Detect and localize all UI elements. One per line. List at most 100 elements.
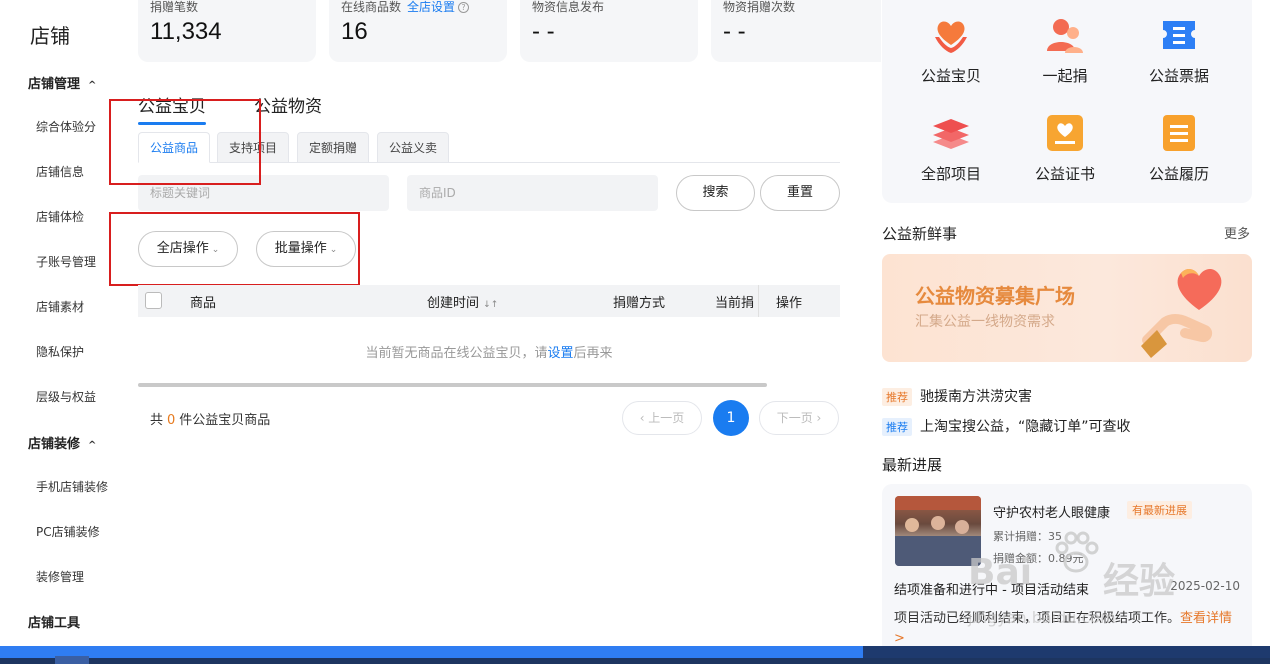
stat-label-text: 在线商品数 — [341, 0, 402, 14]
news-text: 驰援南方洪涝灾害 — [920, 389, 1032, 405]
stat-label: 在线商品数 全店设置? — [341, 0, 470, 15]
sidebar-item-pc-decoration[interactable]: PC店铺装修 — [36, 523, 100, 540]
project-thumbnail — [895, 496, 981, 566]
news-section-title: 公益新鲜事 — [882, 225, 958, 243]
project-total-donations: 累计捐赠：35 — [993, 530, 1062, 543]
sidebar-item-score[interactable]: 综合体验分 — [36, 118, 96, 135]
stat-label: 物资信息发布 — [532, 0, 605, 14]
search-button[interactable]: 搜索 — [676, 175, 755, 211]
product-id-input[interactable]: 商品ID — [407, 175, 658, 211]
total-number: 0 — [167, 413, 176, 428]
column-header-created[interactable]: 创建时间 ↓↑ — [427, 292, 498, 311]
stat-label: 物资捐赠次数 — [723, 0, 796, 14]
horizontal-scrollbar[interactable] — [138, 383, 767, 387]
prev-page-button[interactable]: ‹ 上一页 — [622, 401, 702, 435]
people-icon — [1045, 15, 1085, 55]
progress-description: 项目活动已经顺利结束，项目正在积极结项工作。查看详情 > — [894, 609, 1240, 649]
empty-text: 当前暂无商品在线公益宝贝，请 — [365, 346, 548, 361]
nav-group-label: 店铺管理 — [28, 77, 81, 92]
chevron-up-icon: ^ — [88, 440, 97, 451]
ticket-icon — [1159, 15, 1199, 55]
stat-value: - - — [723, 18, 746, 45]
news-item[interactable]: 推荐 上淘宝搜公益，“隐藏订单”可查收 — [882, 416, 1131, 436]
sidebar-item-materials[interactable]: 店铺素材 — [36, 298, 84, 315]
tile-label: 一起捐 — [1042, 67, 1088, 85]
tile-charity-history[interactable]: 公益履历 — [1129, 113, 1229, 184]
sort-icon[interactable]: ↓↑ — [483, 300, 498, 310]
shortcut-panel: 公益宝贝 一起捐 公益票据 全部项目 公益证书 公益履历 — [882, 0, 1252, 203]
sidebar-item-subaccounts[interactable]: 子账号管理 — [36, 253, 96, 270]
sidebar-item-decoration-manage[interactable]: 装修管理 — [36, 568, 84, 585]
stat-card-donations: 捐赠笔数 11,334 — [138, 0, 316, 62]
bottom-bar-highlight — [0, 646, 863, 658]
nav-group-tools[interactable]: 店铺工具 — [28, 612, 80, 631]
settings-link[interactable]: 设置 — [547, 346, 573, 361]
total-prefix: 共 — [150, 413, 164, 428]
total-count: 共 0 件公益宝贝商品 — [150, 409, 270, 428]
progress-desc-text: 项目活动已经顺利结束，项目正在积极结项工作。 — [894, 611, 1181, 626]
column-header-current: 当前捐 — [715, 296, 755, 311]
empty-state-message: 当前暂无商品在线公益宝贝，请设置后再来 — [138, 342, 840, 361]
column-header-actions: 操作 — [776, 296, 803, 311]
highlight-box-tabs — [109, 99, 261, 185]
material-square-banner[interactable]: 公益物资募集广场 汇集公益一线物资需求 — [882, 254, 1252, 362]
total-suffix: 件公益宝贝商品 — [179, 413, 271, 428]
tile-charity-certificate[interactable]: 公益证书 — [1015, 113, 1115, 184]
tile-donate-together[interactable]: 一起捐 — [1015, 15, 1115, 86]
more-link[interactable]: 更多 — [1224, 223, 1250, 242]
tile-charity-goods[interactable]: 公益宝贝 — [901, 15, 1001, 86]
document-icon — [1159, 113, 1199, 153]
select-all-checkbox[interactable] — [145, 292, 162, 309]
progress-card[interactable]: 守护农村老人眼健康 有最新进展 累计捐赠：35 捐赠金额：0.89元 结项准备和… — [882, 484, 1252, 664]
highlight-box-actions — [109, 212, 360, 286]
sidebar-item-levels[interactable]: 层级与权益 — [36, 388, 96, 405]
sidebar-item-store-info[interactable]: 店铺信息 — [36, 163, 84, 180]
column-header-donation-method: 捐赠方式 — [613, 296, 666, 311]
next-page-button[interactable]: 下一页 › — [759, 401, 839, 435]
latest-progress-badge: 有最新进展 — [1127, 501, 1192, 519]
news-text: 上淘宝搜公益，“隐藏订单”可查收 — [920, 419, 1131, 435]
sidebar-item-privacy[interactable]: 隐私保护 — [36, 343, 84, 360]
heart-hand-illustration — [1141, 269, 1222, 358]
tile-label: 公益宝贝 — [920, 67, 981, 85]
tile-label: 全部项目 — [920, 165, 981, 183]
stat-label: 捐赠笔数 — [150, 0, 199, 14]
heart-hands-icon — [931, 15, 971, 55]
banner-title: 公益物资募集广场 — [915, 284, 1075, 308]
certificate-icon — [1045, 113, 1085, 153]
stat-value: 16 — [341, 18, 368, 45]
empty-text: 后再来 — [573, 346, 613, 361]
bottom-bar — [0, 646, 1270, 664]
sidebar-title: 店铺 — [30, 24, 70, 48]
sub-tab-charity-sale[interactable]: 公益义卖 — [377, 132, 450, 163]
nav-group-decoration[interactable]: 店铺装修 ^ — [28, 433, 96, 452]
project-donation-amount: 捐赠金额：0.89元 — [993, 552, 1084, 565]
taskbar-item[interactable] — [55, 656, 89, 664]
table-header: 商品 创建时间 ↓↑ 捐赠方式 当前捐 操作 — [138, 285, 840, 317]
store-settings-link[interactable]: 全店设置 — [407, 0, 455, 14]
taskbar — [0, 658, 1270, 664]
tile-all-projects[interactable]: 全部项目 — [901, 113, 1001, 184]
sidebar-item-store-check[interactable]: 店铺体检 — [36, 208, 84, 225]
news-item[interactable]: 推荐 驰援南方洪涝灾害 — [882, 386, 1032, 406]
recommend-tag: 推荐 — [882, 418, 912, 436]
stat-value: - - — [532, 18, 555, 45]
sub-tab-fixed-donation[interactable]: 定额捐赠 — [297, 132, 370, 163]
page-number-current[interactable]: 1 — [713, 400, 749, 436]
column-header-product: 商品 — [190, 296, 217, 311]
help-icon[interactable]: ? — [458, 2, 470, 13]
banner-subtitle: 汇集公益一线物资需求 — [915, 314, 1055, 330]
sidebar-item-mobile-decoration[interactable]: 手机店铺装修 — [36, 478, 108, 495]
progress-section-title: 最新进展 — [882, 456, 943, 474]
stat-card-online-items: 在线商品数 全店设置? 16 — [329, 0, 507, 62]
nav-group-store-management[interactable]: 店铺管理 ^ — [28, 73, 96, 92]
tile-charity-receipt[interactable]: 公益票据 — [1129, 15, 1229, 86]
column-divider — [758, 285, 759, 317]
layers-icon — [931, 113, 971, 153]
chevron-up-icon: ^ — [88, 80, 97, 91]
tab-charity-materials[interactable]: 公益物资 — [254, 92, 322, 117]
reset-button[interactable]: 重置 — [760, 175, 840, 211]
tile-label: 公益票据 — [1148, 67, 1209, 85]
stat-card-material-donations: 物资捐赠次数 - - — [711, 0, 881, 62]
nav-group-label: 店铺装修 — [28, 437, 81, 452]
